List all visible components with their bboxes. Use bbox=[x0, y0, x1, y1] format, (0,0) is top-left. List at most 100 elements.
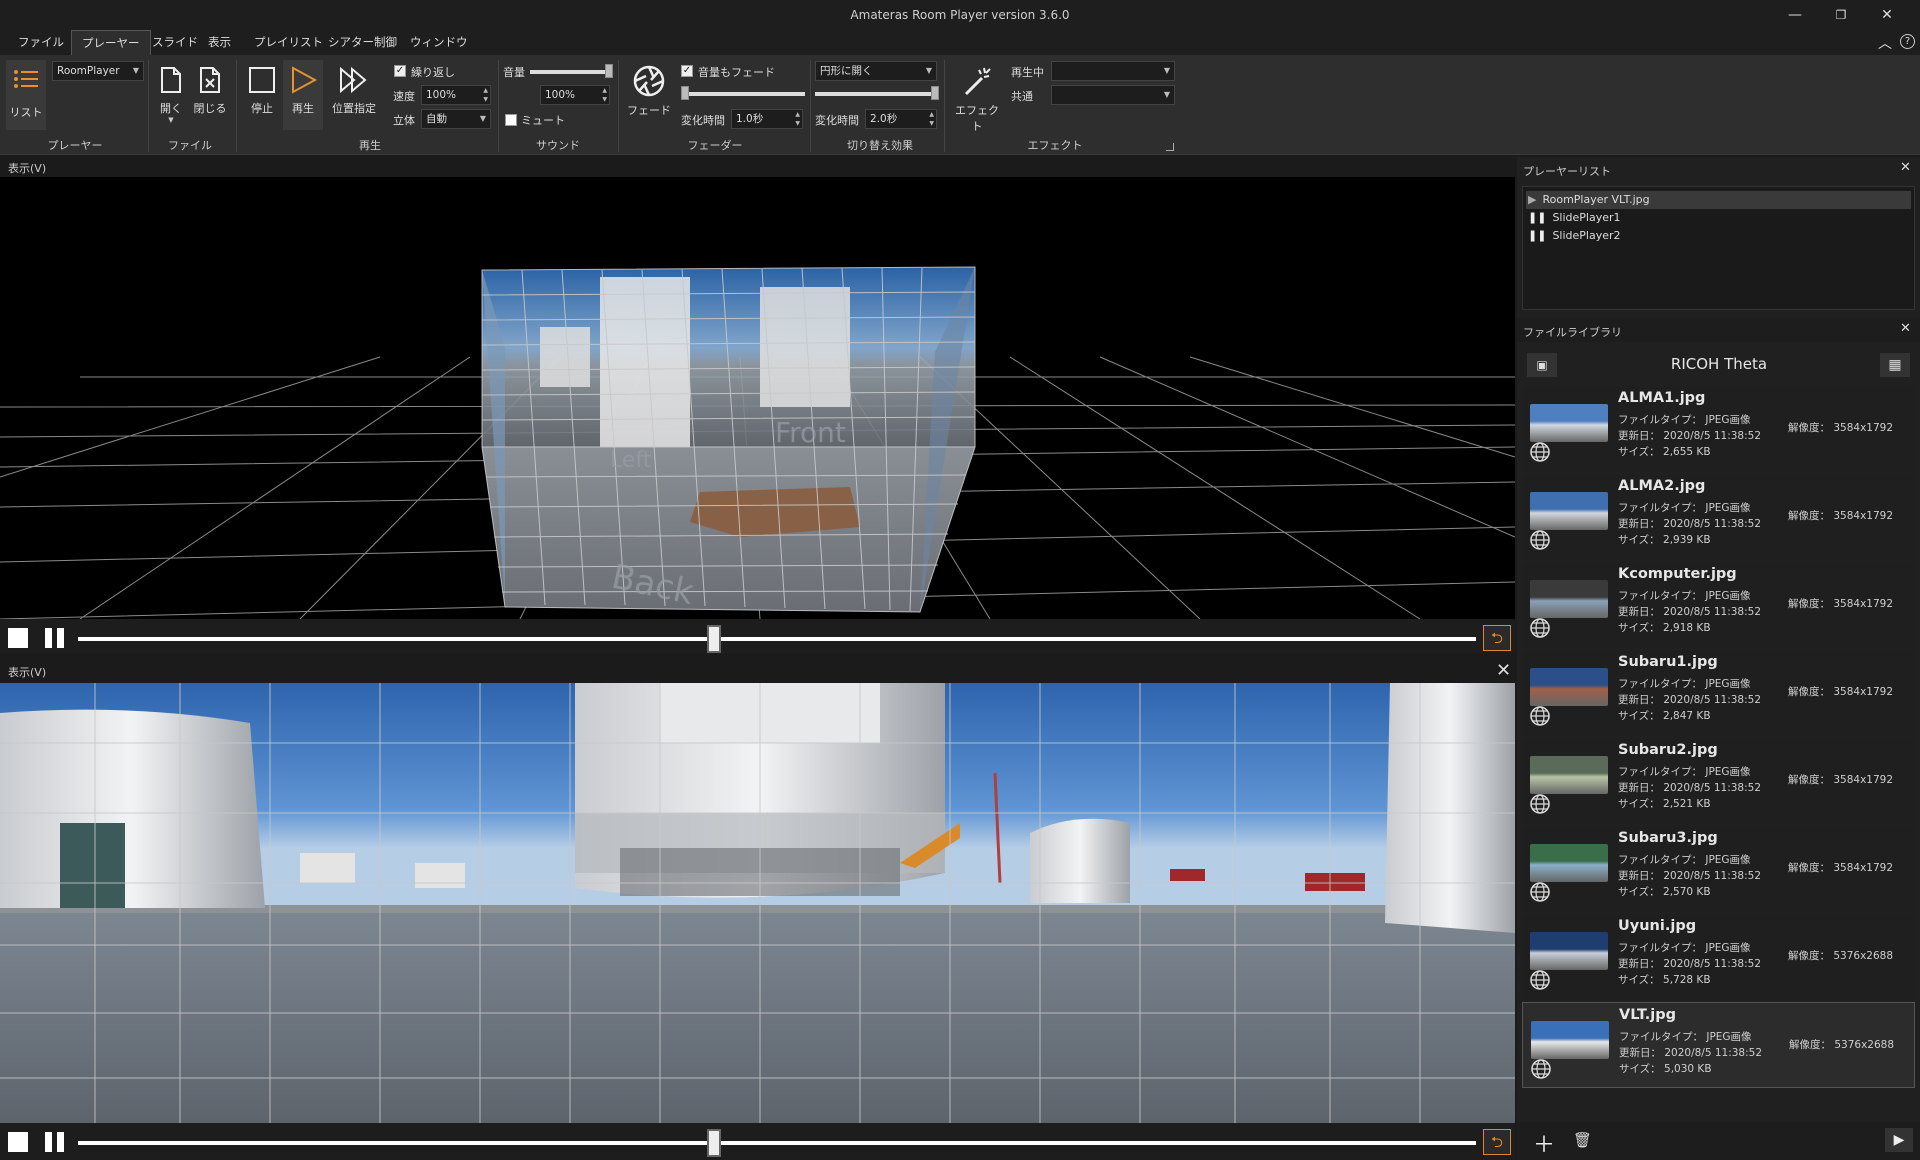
menu-window[interactable]: ウィンドウ bbox=[400, 30, 478, 55]
menu-file[interactable]: ファイル bbox=[8, 30, 74, 55]
bottom-seek-track[interactable] bbox=[78, 1141, 1476, 1145]
library-item[interactable]: Kcomputer.jpg ファイルタイプ： JPEG画像 更新日： 2020/8/… bbox=[1522, 562, 1915, 648]
bottom-seek-knob[interactable] bbox=[707, 1129, 722, 1157]
transition-combo[interactable]: 円形に開く ▼ bbox=[815, 61, 937, 81]
telescope-building bbox=[760, 287, 850, 407]
close-library-icon[interactable]: ✕ bbox=[1900, 321, 1911, 336]
library-item[interactable]: Subaru1.jpg ファイルタイプ： JPEG画像 更新日： 2020/8/5 … bbox=[1522, 650, 1915, 736]
library-item[interactable]: Subaru3.jpg ファイルタイプ： JPEG画像 更新日： 2020/8/5 … bbox=[1522, 826, 1915, 912]
room-3d-scene: Front Back Left bbox=[0, 266, 1515, 619]
telescope-building-left bbox=[0, 709, 265, 908]
close-window-button[interactable]: ✕ bbox=[1864, 0, 1910, 30]
loop-icon[interactable]: ⮌ bbox=[1483, 1129, 1511, 1155]
play-library-icon[interactable]: ▶ bbox=[1885, 1128, 1913, 1152]
player-list-item[interactable]: ❚❚ SlidePlayer2 bbox=[1528, 227, 1621, 245]
room-3d-view[interactable]: Front Back Left bbox=[0, 177, 1515, 619]
library-item[interactable]: ALMA2.jpg ファイルタイプ： JPEG画像 更新日： 2020/8/5 11… bbox=[1522, 474, 1915, 560]
library-item[interactable]: VLT.jpg ファイルタイプ： JPEG画像 更新日： 2020/8/5 11:3… bbox=[1522, 1002, 1915, 1088]
magic-wand-icon bbox=[964, 67, 991, 96]
library-title: RICOH Theta bbox=[1670, 355, 1768, 373]
library-item-resolution: 解像度： 3584x1792 bbox=[1788, 686, 1894, 698]
stop-icon[interactable] bbox=[8, 628, 28, 648]
list-button[interactable]: リスト bbox=[6, 60, 46, 130]
stop-button[interactable]: 停止 bbox=[242, 64, 282, 116]
seek-button[interactable]: 位置指定 bbox=[328, 64, 380, 116]
play-icon: ▶ bbox=[1528, 193, 1537, 206]
archive-icon[interactable]: ▣ bbox=[1527, 353, 1557, 377]
library-item-date: 更新日： 2020/8/5 11:38:52 bbox=[1618, 870, 1761, 882]
play-button[interactable]: 再生 bbox=[283, 60, 323, 130]
fader-slider-thumb[interactable] bbox=[681, 86, 689, 100]
effect-button[interactable]: エフェクト bbox=[952, 64, 1002, 134]
library-item-thumbnail bbox=[1530, 580, 1608, 618]
menu-theater-control[interactable]: シアター制御 bbox=[318, 30, 407, 55]
fade-volume-checkbox[interactable]: ✓ bbox=[681, 65, 693, 77]
library-item[interactable]: Subaru2.jpg ファイルタイプ： JPEG画像 更新日： 2020/8/5 … bbox=[1522, 738, 1915, 824]
telescope-building-right bbox=[1385, 683, 1515, 933]
player-list-item[interactable]: ❚❚ SlidePlayer1 bbox=[1528, 209, 1621, 227]
grid-view-icon[interactable]: ▦ bbox=[1880, 353, 1910, 377]
transition-slider[interactable] bbox=[815, 92, 937, 96]
stereo-label: 立体 bbox=[393, 114, 415, 127]
pause-icon: ❚❚ bbox=[1528, 229, 1547, 242]
pause-icon[interactable] bbox=[45, 1132, 67, 1152]
list-label: リスト bbox=[9, 106, 43, 119]
fade-button[interactable]: フェード bbox=[626, 64, 672, 118]
group-play-label: 再生 bbox=[359, 139, 381, 152]
stop-icon bbox=[249, 67, 275, 93]
mute-checkbox[interactable] bbox=[505, 114, 517, 126]
close-player-list-icon[interactable]: ✕ bbox=[1900, 160, 1911, 175]
group-separator bbox=[810, 60, 811, 152]
top-seek-track[interactable] bbox=[78, 637, 1476, 641]
group-sound-label: サウンド bbox=[536, 139, 580, 152]
vehicle bbox=[1305, 873, 1365, 891]
volume-slider[interactable] bbox=[530, 70, 610, 74]
menu-player[interactable]: プレーヤー bbox=[71, 30, 151, 55]
repeat-checkbox[interactable]: ✓ bbox=[394, 65, 406, 77]
group-file-label: ファイル bbox=[168, 139, 212, 152]
transition-time-spinner[interactable]: 2.0秒 ▲ ▼ bbox=[865, 109, 937, 129]
stereo-combo[interactable]: 自動 ▼ bbox=[421, 109, 491, 129]
close-file-button[interactable]: 閉じる bbox=[193, 64, 227, 116]
library-item[interactable]: Uyuni.jpg ファイルタイプ： JPEG画像 更新日： 2020/8/5 11… bbox=[1522, 914, 1915, 1000]
player-combo[interactable]: RoomPlayer ▼ bbox=[52, 61, 144, 81]
globe-icon bbox=[1530, 442, 1550, 462]
maximize-button[interactable]: ❐ bbox=[1818, 0, 1864, 30]
open-label: 開く bbox=[160, 102, 182, 115]
playing-effect-combo[interactable]: ▼ bbox=[1051, 61, 1175, 81]
pause-icon[interactable] bbox=[45, 628, 67, 648]
loop-icon[interactable]: ⮌ bbox=[1483, 625, 1511, 651]
top-seek-knob[interactable] bbox=[707, 625, 722, 653]
dialog-launcher-icon[interactable] bbox=[1166, 143, 1174, 151]
open-button[interactable]: 開く ▼ bbox=[154, 64, 188, 124]
player-combo-value: RoomPlayer bbox=[57, 65, 120, 77]
minimize-button[interactable]: — bbox=[1772, 0, 1818, 30]
stop-icon[interactable] bbox=[8, 1132, 28, 1152]
fade-time-spinner[interactable]: 1.0秒 ▲ ▼ bbox=[731, 109, 803, 129]
globe-icon bbox=[1531, 1059, 1551, 1079]
volume-slider-thumb[interactable] bbox=[605, 64, 613, 78]
speed-spinner[interactable]: 100% ▲ ▼ bbox=[421, 85, 491, 105]
volume-label: 音量 bbox=[503, 66, 525, 79]
volume-spinner[interactable]: 100% ▲ ▼ bbox=[540, 85, 610, 105]
group-player-label: プレーヤー bbox=[47, 139, 103, 152]
library-item-resolution: 解像度： 3584x1792 bbox=[1788, 510, 1894, 522]
close-view-icon[interactable]: ✕ bbox=[1496, 660, 1511, 681]
player-list-item[interactable]: ▶ RoomPlayer VLT.jpg bbox=[1528, 191, 1650, 209]
panorama-view[interactable] bbox=[0, 683, 1515, 1123]
help-icon[interactable]: ? bbox=[1900, 34, 1915, 49]
transition-slider-thumb[interactable] bbox=[931, 86, 939, 100]
library-item[interactable]: ALMA1.jpg ファイルタイプ： JPEG画像 更新日： 2020/8/5 11… bbox=[1522, 386, 1915, 472]
close-file-label: 閉じる bbox=[193, 102, 227, 115]
open-dropdown-icon[interactable]: ▼ bbox=[154, 116, 188, 124]
mute-label: ミュート bbox=[521, 114, 565, 127]
collapse-ribbon-icon[interactable]: ︿ bbox=[1878, 33, 1892, 53]
menu-view[interactable]: 表示 bbox=[198, 30, 241, 55]
common-effect-combo[interactable]: ▼ bbox=[1051, 85, 1175, 105]
fader-slider[interactable] bbox=[683, 92, 805, 96]
player-list-item-label: RoomPlayer VLT.jpg bbox=[1542, 193, 1650, 206]
library-item-resolution: 解像度： 5376x2688 bbox=[1789, 1039, 1895, 1051]
add-icon[interactable]: ＋ bbox=[1533, 1127, 1555, 1159]
library-item-thumbnail bbox=[1530, 668, 1608, 706]
trash-icon[interactable]: 🗑 bbox=[1573, 1131, 1592, 1149]
